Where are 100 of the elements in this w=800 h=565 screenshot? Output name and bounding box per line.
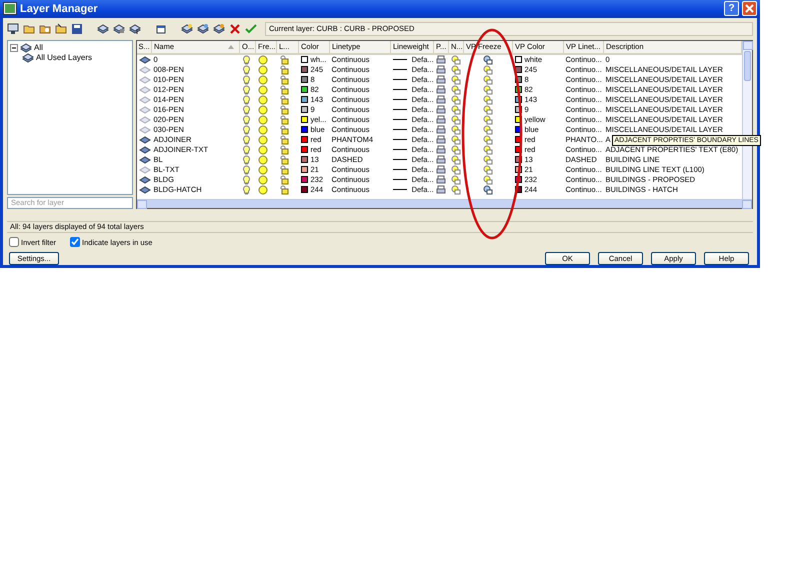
sun-icon[interactable] — [258, 154, 268, 165]
sun-icon[interactable] — [258, 144, 268, 155]
layer-sun-icon[interactable] — [483, 134, 493, 145]
checkbox[interactable] — [70, 237, 80, 248]
layer-frozen-icon[interactable] — [483, 184, 493, 195]
layer-sun-icon[interactable] — [483, 64, 493, 75]
lightbulb-icon[interactable] — [242, 174, 250, 185]
layer-sun-icon[interactable] — [483, 114, 493, 125]
layer-sun-icon[interactable] — [450, 74, 460, 85]
layers-icon[interactable] — [181, 22, 193, 35]
printer-icon[interactable] — [436, 155, 446, 164]
sun-icon[interactable] — [258, 104, 268, 115]
layer-unused-icon[interactable] — [138, 106, 150, 114]
delete-icon[interactable] — [229, 22, 241, 35]
layer-unused-icon[interactable] — [138, 76, 150, 84]
layer-sun-icon[interactable] — [483, 124, 493, 135]
layer-sun-icon[interactable] — [483, 154, 493, 165]
lightbulb-icon[interactable] — [242, 154, 250, 165]
layer-in-use-icon[interactable] — [138, 146, 150, 154]
printer-icon[interactable] — [436, 115, 446, 124]
checkbox[interactable] — [9, 237, 19, 248]
lock-icon[interactable] — [278, 94, 288, 105]
layer-sun-icon[interactable] — [483, 144, 493, 155]
lock-icon[interactable] — [278, 134, 288, 145]
printer-icon[interactable] — [436, 75, 446, 84]
horizontal-scrollbar[interactable] — [136, 198, 752, 208]
layer-sun-icon[interactable] — [450, 64, 460, 75]
tree-item[interactable]: All Used Layers — [36, 52, 92, 64]
layer-sun-icon[interactable] — [483, 174, 493, 185]
layer-sun-icon[interactable] — [450, 124, 460, 135]
layer-sun-icon[interactable] — [450, 154, 460, 165]
layer-frozen-icon[interactable] — [483, 54, 493, 65]
printer-icon[interactable] — [436, 65, 446, 74]
layers-icon[interactable] — [129, 22, 141, 35]
layer-sun-icon[interactable] — [483, 164, 493, 175]
layer-in-use-icon[interactable] — [138, 56, 150, 64]
lightbulb-icon[interactable] — [242, 184, 250, 195]
lightbulb-icon[interactable] — [242, 94, 250, 105]
lightbulb-icon[interactable] — [242, 104, 250, 115]
layers-icon[interactable] — [197, 22, 209, 35]
layer-sun-icon[interactable] — [450, 84, 460, 95]
layer-in-use-icon[interactable] — [138, 156, 150, 164]
sun-icon[interactable] — [258, 124, 268, 135]
lock-icon[interactable] — [278, 164, 288, 175]
lightbulb-icon[interactable] — [242, 144, 250, 155]
layer-sun-icon[interactable] — [483, 104, 493, 115]
layer-in-use-icon[interactable] — [138, 176, 150, 184]
printer-icon[interactable] — [436, 165, 446, 174]
lock-icon[interactable] — [278, 144, 288, 155]
help-button[interactable]: ? — [724, 1, 739, 16]
lightbulb-icon[interactable] — [242, 64, 250, 75]
layer-sun-icon[interactable] — [450, 174, 460, 185]
layers-icon[interactable] — [97, 22, 109, 35]
lightbulb-icon[interactable] — [242, 74, 250, 85]
layer-unused-icon[interactable] — [138, 116, 150, 124]
lightbulb-icon[interactable] — [242, 84, 250, 95]
sun-icon[interactable] — [258, 84, 268, 95]
lightbulb-icon[interactable] — [242, 54, 250, 65]
layers-icon[interactable] — [213, 22, 225, 35]
layer-sun-icon[interactable] — [450, 184, 460, 195]
printer-icon[interactable] — [436, 95, 446, 104]
lock-icon[interactable] — [278, 124, 288, 135]
lock-icon[interactable] — [278, 64, 288, 75]
printer-icon[interactable] — [436, 145, 446, 154]
layer-sun-icon[interactable] — [450, 134, 460, 145]
printer-icon[interactable] — [436, 175, 446, 184]
lock-icon[interactable] — [278, 114, 288, 125]
sun-icon[interactable] — [258, 94, 268, 105]
folder-icon[interactable] — [23, 22, 35, 35]
printer-icon[interactable] — [436, 185, 446, 194]
sun-icon[interactable] — [258, 134, 268, 145]
printer-icon[interactable] — [436, 55, 446, 64]
save-icon[interactable] — [71, 22, 83, 35]
folder-icon[interactable] — [39, 22, 51, 35]
printer-icon[interactable] — [436, 125, 446, 134]
sun-icon[interactable] — [258, 64, 268, 75]
sun-icon[interactable] — [258, 114, 268, 125]
layer-sun-icon[interactable] — [450, 114, 460, 125]
monitor-icon[interactable] — [7, 22, 19, 35]
layer-sun-icon[interactable] — [450, 144, 460, 155]
lightbulb-icon[interactable] — [242, 134, 250, 145]
lock-icon[interactable] — [278, 104, 288, 115]
lock-icon[interactable] — [278, 154, 288, 165]
printer-icon[interactable] — [436, 105, 446, 114]
printer-icon[interactable] — [436, 85, 446, 94]
layer-sun-icon[interactable] — [450, 94, 460, 105]
window-icon[interactable] — [155, 22, 167, 35]
tree-item[interactable]: All — [34, 42, 43, 54]
folder-icon[interactable] — [55, 22, 67, 35]
layer-sun-icon[interactable] — [450, 54, 460, 65]
collapse-icon[interactable] — [10, 44, 18, 52]
layer-in-use-icon[interactable] — [138, 136, 150, 144]
lock-icon[interactable] — [278, 74, 288, 85]
lightbulb-icon[interactable] — [242, 114, 250, 125]
layer-sun-icon[interactable] — [483, 94, 493, 105]
sun-icon[interactable] — [258, 54, 268, 65]
layer-sun-icon[interactable] — [483, 74, 493, 85]
layers-icon[interactable] — [113, 22, 125, 35]
layer-in-use-icon[interactable] — [138, 186, 150, 194]
layer-unused-icon[interactable] — [138, 86, 150, 94]
